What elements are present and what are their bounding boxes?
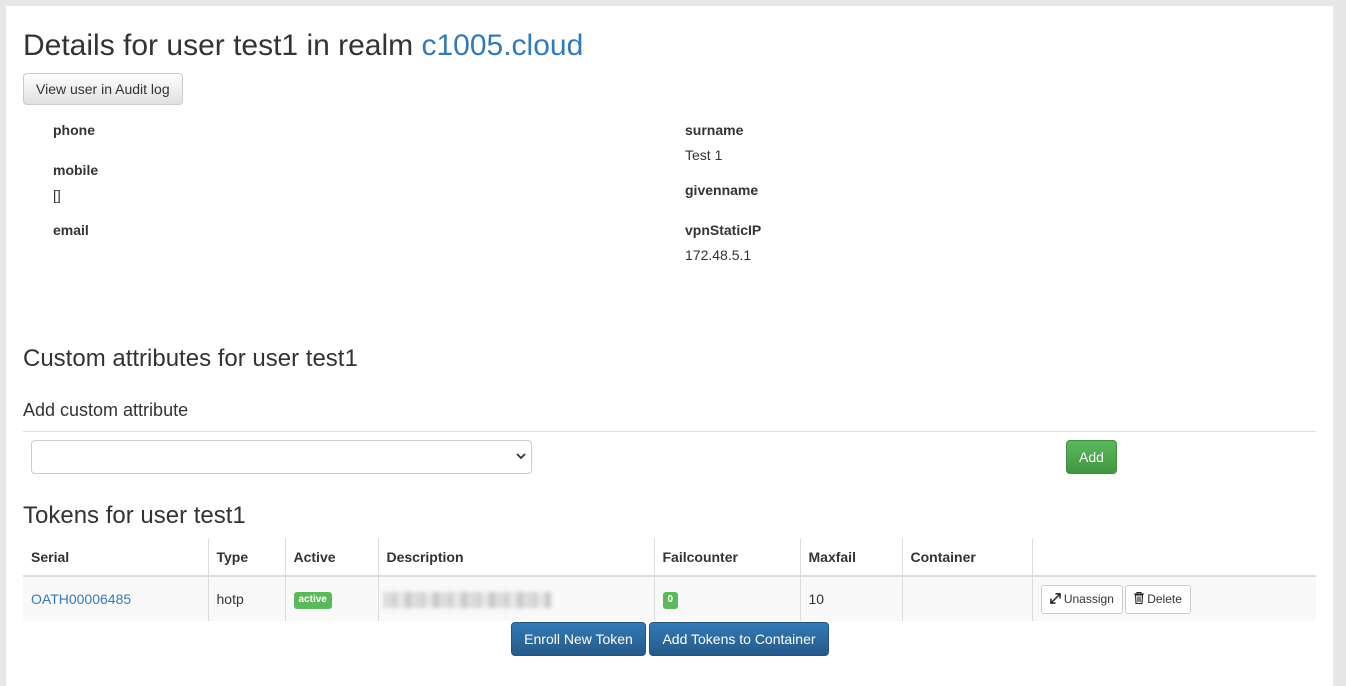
page-title-prefix: Details for user test1 in realm xyxy=(23,29,422,62)
resize-arrows-icon xyxy=(1049,592,1061,606)
attr-key: givenname xyxy=(685,182,759,198)
tokens-table: Serial Type Active Description Failcount… xyxy=(23,538,1316,621)
cell-container xyxy=(901,576,1032,621)
attr-email: email xyxy=(53,222,89,238)
column-header xyxy=(1031,538,1316,577)
unassign-button[interactable]: Unassign xyxy=(1040,584,1123,614)
attr-key: surname xyxy=(685,122,744,138)
chevron-down-icon xyxy=(515,450,527,465)
trash-icon xyxy=(1133,591,1144,606)
cell-description xyxy=(377,576,654,621)
column-header: Maxfail xyxy=(799,538,902,577)
cell-active: active xyxy=(284,576,378,621)
custom-attribute-select[interactable] xyxy=(31,440,532,474)
attr-phone: phone xyxy=(53,122,95,138)
attr-key: phone xyxy=(53,122,95,138)
column-header: Type xyxy=(207,538,285,577)
cell-failcounter: 0 xyxy=(653,576,800,621)
cell-actions: Unassign Delete xyxy=(1031,576,1316,621)
add-custom-attribute-heading: Add custom attribute xyxy=(23,400,189,420)
column-header: Container xyxy=(901,538,1032,577)
column-header: Failcounter xyxy=(653,538,800,577)
unassign-label: Unassign xyxy=(1063,591,1114,606)
enroll-new-token-button[interactable]: Enroll New Token xyxy=(511,622,646,656)
attr-vpnstaticip: vpnStaticIP 172.48.5.1 xyxy=(685,222,761,263)
add-tokens-to-container-button[interactable]: Add Tokens to Container xyxy=(649,622,829,656)
column-header: Serial xyxy=(23,538,208,577)
attr-value: Test 1 xyxy=(685,147,723,163)
attr-givenname: givenname xyxy=(685,182,758,198)
redacted-description xyxy=(382,591,551,608)
main-panel: Details for user test1 in realm c1005.cl… xyxy=(6,6,1333,686)
attr-value: 172.48.5.1 xyxy=(685,247,752,263)
column-header: Description xyxy=(377,538,654,577)
active-badge[interactable]: active xyxy=(293,592,332,609)
attr-value: [] xyxy=(53,187,61,203)
cell-type: hotp xyxy=(207,576,285,621)
divider xyxy=(23,431,1316,432)
attr-key: vpnStaticIP xyxy=(685,222,762,238)
column-header: Active xyxy=(284,538,378,577)
attr-key: email xyxy=(53,222,89,238)
custom-attributes-heading: Custom attributes for user test1 xyxy=(23,345,358,372)
table-row: OATH00006485 hotp active 0 10 Unassign D… xyxy=(23,576,1316,621)
token-serial-link[interactable]: OATH00006485 xyxy=(31,591,131,607)
tokens-heading: Tokens for user test1 xyxy=(23,502,246,529)
attr-key: mobile xyxy=(53,162,99,178)
page-title: Details for user test1 in realm c1005.cl… xyxy=(23,29,583,63)
add-attribute-button[interactable]: Add xyxy=(1066,440,1117,474)
cell-maxfail: 10 xyxy=(799,576,902,621)
delete-button[interactable]: Delete xyxy=(1124,584,1191,614)
table-header-row: Serial Type Active Description Failcount… xyxy=(23,538,1316,577)
failcounter-badge[interactable]: 0 xyxy=(662,592,679,609)
delete-label: Delete xyxy=(1147,591,1182,606)
view-audit-log-button[interactable]: View user in Audit log xyxy=(23,73,183,105)
attr-mobile: mobile [] xyxy=(53,162,98,203)
realm-link[interactable]: c1005.cloud xyxy=(421,29,583,62)
attr-surname: surname Test 1 xyxy=(685,122,743,163)
cell-serial: OATH00006485 xyxy=(23,576,208,621)
